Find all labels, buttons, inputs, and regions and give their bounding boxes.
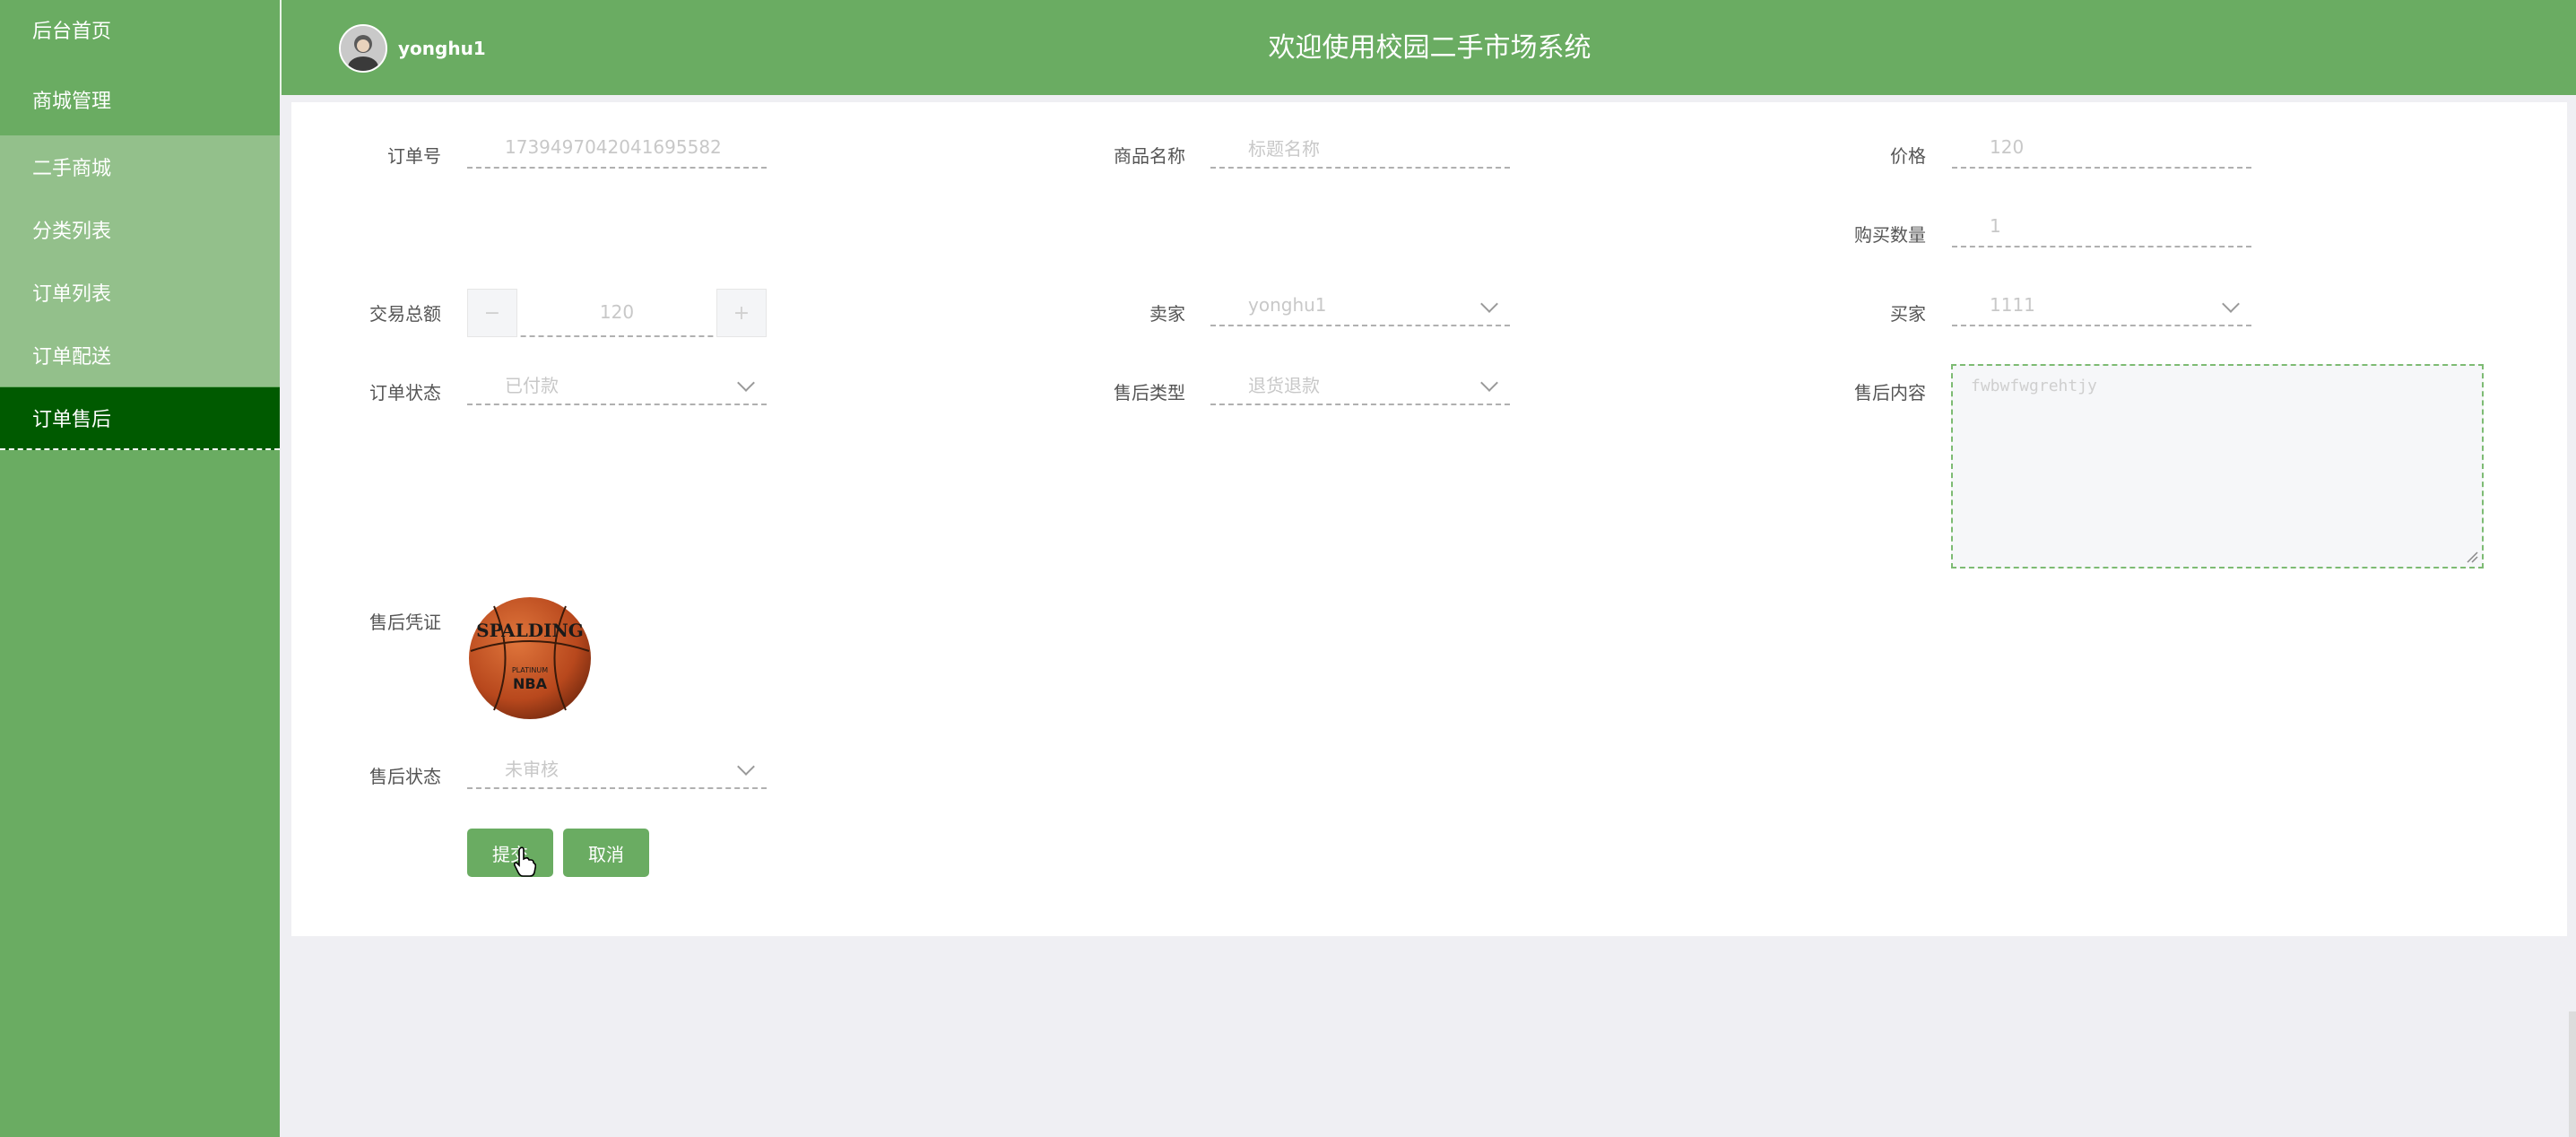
header: yonghu1 欢迎使用校园二手市场系统 xyxy=(280,0,2576,95)
aftersale-proof-label: 售后凭证 xyxy=(369,612,441,633)
aftersale-type-label: 售后类型 xyxy=(1114,382,1185,404)
seller-select[interactable]: yonghu1 xyxy=(1210,285,1510,326)
sidebar-item-label: 二手商城 xyxy=(32,158,112,180)
quantity-label: 购买数量 xyxy=(1854,224,1926,246)
price-value: 120 xyxy=(1990,136,2025,158)
sidebar-item-label: 订单列表 xyxy=(32,283,112,306)
chevron-down-icon xyxy=(737,374,755,392)
buyer-value: 1111 xyxy=(1990,294,2035,316)
chevron-down-icon xyxy=(1480,374,1498,392)
increment-button[interactable]: + xyxy=(716,289,767,337)
total-value: 120 xyxy=(599,301,635,323)
sidebar-item-home[interactable]: 后台首页 xyxy=(0,0,280,59)
aftersale-proof-image[interactable]: SPALDING PLATINUM NBA xyxy=(467,595,593,721)
sidebar-item-category-list[interactable]: 分类列表 xyxy=(0,198,280,261)
aftersale-content-textarea[interactable]: fwbwfwgrehtjy xyxy=(1951,364,2484,568)
quantity-value: 1 xyxy=(1990,215,2001,237)
order-status-value: 已付款 xyxy=(505,374,559,396)
ball-brand-text: SPALDING xyxy=(476,620,584,641)
quantity-field[interactable]: 1 xyxy=(1952,206,2251,247)
order-status-select[interactable]: 已付款 xyxy=(467,364,767,405)
sidebar-item-label: 商城管理 xyxy=(32,91,112,113)
cancel-button[interactable]: 取消 xyxy=(563,829,649,877)
scrollbar[interactable] xyxy=(2569,1011,2576,1137)
seller-value: yonghu1 xyxy=(1248,294,1327,316)
aftersale-status-label: 售后状态 xyxy=(369,766,441,787)
seller-label: 卖家 xyxy=(1149,303,1185,325)
basketball-image: SPALDING PLATINUM NBA xyxy=(469,597,591,719)
sidebar-item-label: 分类列表 xyxy=(32,221,112,243)
resize-handle-icon[interactable] xyxy=(2466,551,2478,563)
sidebar-item-label: 订单配送 xyxy=(32,346,112,369)
aftersale-status-select[interactable]: 未审核 xyxy=(467,748,767,789)
order-no-field[interactable]: 1739497042041695582 xyxy=(467,127,767,169)
sidebar-item-label: 后台首页 xyxy=(32,21,112,43)
ball-sub-text: PLATINUM xyxy=(512,666,548,674)
product-name-field[interactable]: 标题名称 xyxy=(1210,127,1510,169)
order-status-label: 订单状态 xyxy=(369,382,441,404)
aftersale-type-select[interactable]: 退货退款 xyxy=(1210,364,1510,405)
cancel-button-label: 取消 xyxy=(588,843,624,865)
page-title: 欢迎使用校园二手市场系统 xyxy=(1268,32,1592,64)
chevron-down-icon xyxy=(1480,295,1498,313)
sidebar-item-order-list[interactable]: 订单列表 xyxy=(0,261,280,324)
decrement-button[interactable]: − xyxy=(467,289,517,337)
aftersale-type-value: 退货退款 xyxy=(1248,374,1320,396)
sidebar-item-label: 订单售后 xyxy=(32,409,112,431)
sidebar-item-order-aftersale[interactable]: 订单售后 xyxy=(0,387,280,450)
total-label: 交易总额 xyxy=(369,303,441,325)
ball-logo-text: NBA xyxy=(513,675,548,692)
aftersale-content-value: fwbwfwgrehtjy xyxy=(1971,377,2097,395)
price-label: 价格 xyxy=(1890,145,1926,167)
aftersale-form: 订单号 1739497042041695582 商品名称 标题名称 价格 120… xyxy=(291,102,2567,936)
sidebar-item-order-delivery[interactable]: 订单配送 xyxy=(0,324,280,386)
total-stepper[interactable]: − 120 + xyxy=(467,289,767,337)
hand-cursor-icon xyxy=(513,846,536,877)
order-no-value: 1739497042041695582 xyxy=(505,136,722,158)
submit-button[interactable]: 提交 xyxy=(467,829,553,877)
sidebar-item-second-hand-mall[interactable]: 二手商城 xyxy=(0,135,280,198)
sidebar: 后台首页 商城管理 二手商城 分类列表 订单列表 订单配送 订单售后 xyxy=(0,0,280,1137)
product-name-placeholder: 标题名称 xyxy=(1248,137,1320,160)
buyer-select[interactable]: 1111 xyxy=(1952,285,2251,326)
minus-icon: − xyxy=(483,301,501,325)
aftersale-status-value: 未审核 xyxy=(505,758,559,780)
plus-icon: + xyxy=(733,301,750,325)
buyer-label: 买家 xyxy=(1890,303,1926,325)
product-name-label: 商品名称 xyxy=(1114,145,1185,167)
sidebar-item-mall-management[interactable]: 商城管理 xyxy=(0,68,280,131)
chevron-down-icon xyxy=(737,758,755,776)
order-no-label: 订单号 xyxy=(387,145,441,167)
chevron-down-icon xyxy=(2222,295,2240,313)
aftersale-content-label: 售后内容 xyxy=(1854,382,1926,404)
price-field[interactable]: 120 xyxy=(1952,127,2251,169)
